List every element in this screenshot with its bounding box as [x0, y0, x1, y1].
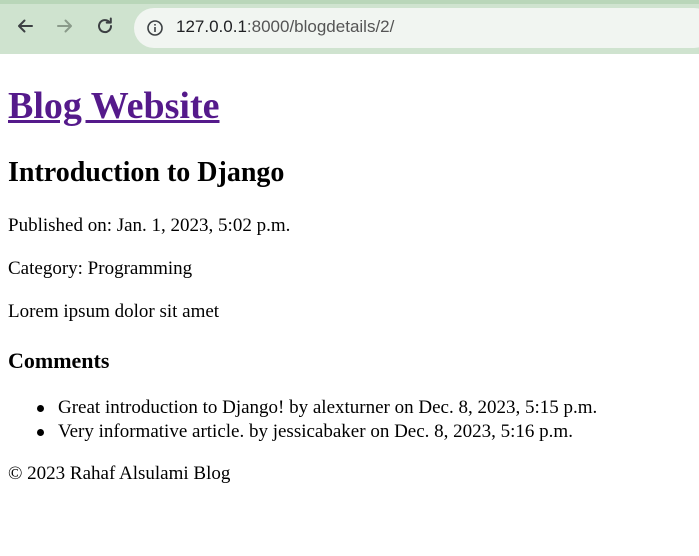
- bullet: [37, 405, 44, 412]
- bullet: [37, 429, 44, 436]
- info-icon[interactable]: [146, 19, 164, 37]
- reload-icon: [98, 17, 113, 34]
- post-published-date: Published on: Jan. 1, 2023, 5:02 p.m.: [8, 215, 291, 236]
- site-title-link[interactable]: Blog Website: [8, 85, 220, 127]
- post-body: Lorem ipsum dolor sit amet: [8, 301, 220, 322]
- url-host: 127.0.0.1: [176, 17, 247, 36]
- arrow-left-icon: [18, 19, 33, 33]
- comment-text: Very informative article. by jessicabake…: [58, 421, 573, 442]
- address-url[interactable]: 127.0.0.1:8000/blogdetails/2/: [176, 17, 394, 37]
- back-button[interactable]: [12, 13, 38, 39]
- arrow-right-icon: [57, 19, 72, 33]
- post-title: Introduction to Django: [8, 157, 285, 188]
- footer-text: © 2023 Rahaf Alsulami Blog: [8, 463, 231, 484]
- reload-button[interactable]: [92, 13, 118, 39]
- url-path: :8000/blogdetails/2/: [246, 17, 395, 36]
- comments-heading: Comments: [8, 348, 110, 373]
- address-bar[interactable]: 127.0.0.1:8000/blogdetails/2/: [134, 8, 699, 48]
- forward-button[interactable]: [52, 13, 78, 39]
- browser-toolbar: 127.0.0.1:8000/blogdetails/2/: [0, 0, 699, 54]
- comment-text: Great introduction to Django! by alextur…: [58, 397, 598, 418]
- site-title: Blog Website: [8, 84, 220, 128]
- list-item: Great introduction to Django! by alextur…: [37, 396, 598, 420]
- page-content: Blog Website Introduction to Django Publ…: [0, 54, 699, 556]
- list-item: Very informative article. by jessicabake…: [37, 420, 597, 444]
- post-category: Category: Programming: [8, 258, 193, 279]
- comments-list: Great introduction to Django! by alextur…: [0, 396, 597, 444]
- toolbar-top-edge: [0, 0, 699, 4]
